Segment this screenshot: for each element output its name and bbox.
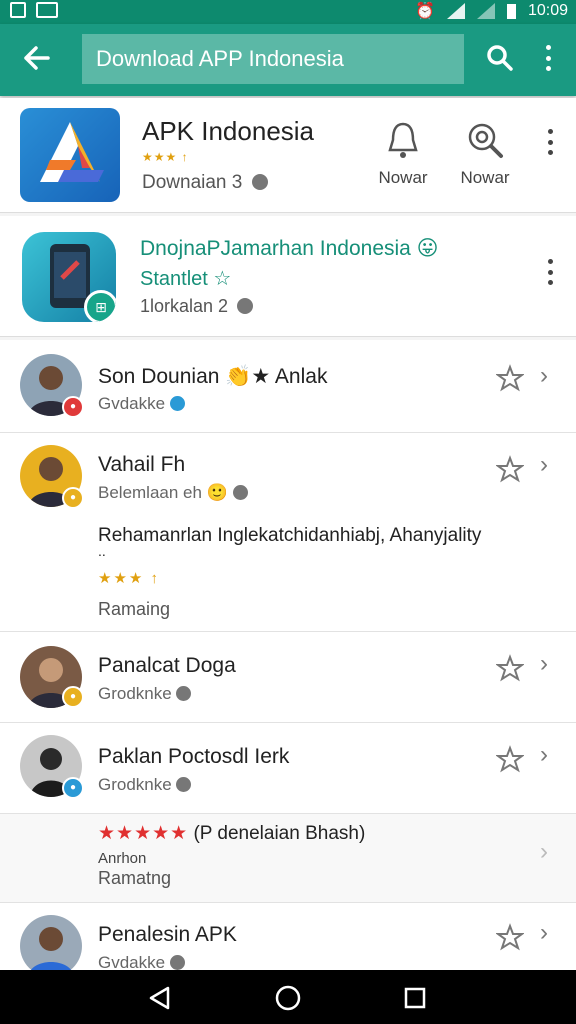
status-bar: ⏰ 10:09 — [0, 0, 576, 24]
globe-icon — [176, 686, 192, 701]
chevron-right-icon[interactable]: › — [540, 451, 548, 479]
notify-button[interactable]: Nowar — [368, 120, 438, 188]
promo-app-icon: ⊞ — [22, 232, 116, 322]
rating-label: Ramatng — [98, 868, 172, 888]
chevron-right-icon[interactable]: › — [540, 919, 548, 947]
user-badge-icon: ● — [62, 487, 84, 509]
info-icon — [237, 298, 254, 314]
promo-card[interactable]: ⊞ DnojnaPJamarhan Indonesia 😛 Stantlet ☆… — [0, 216, 576, 337]
list-item[interactable]: Penalesin APK Gvdakke › — [0, 903, 576, 977]
review-summary-line: ★★★★★ (P denelaian Bhash) — [98, 822, 365, 845]
promo-title: DnojnaPJamarhan Indonesia 😛 — [140, 237, 439, 260]
user-meta: Grodknke — [98, 775, 192, 795]
review-more: .. — [98, 543, 106, 559]
notify-label: Nowar — [378, 168, 428, 187]
app-card-more-icon[interactable] — [542, 126, 558, 158]
user-name: Vahail Fh — [98, 453, 186, 476]
app-rating-stars: ★★★ ↑ — [142, 150, 189, 164]
chevron-right-icon[interactable]: › — [540, 362, 548, 390]
review-summary-stars: ★★★★★ — [98, 823, 189, 844]
promo-meta: 1lorkalan 2 — [140, 296, 254, 317]
globe-icon — [176, 777, 192, 792]
back-triangle-icon[interactable] — [148, 986, 172, 1010]
promo-more-icon[interactable] — [542, 256, 558, 288]
search-gear-icon — [468, 123, 503, 158]
search-app-button[interactable]: Nowar — [450, 120, 520, 188]
recents-square-icon[interactable] — [404, 987, 426, 1009]
user-badge-icon: ● — [62, 777, 84, 799]
list-item[interactable]: ● Paklan Poctosdl Ierk Grodknke › — [0, 723, 576, 814]
user-name: Son Dounian 👏★ Anlak — [98, 365, 328, 388]
chevron-right-icon[interactable]: › — [540, 650, 548, 678]
review-stars: ★★★ ↑ — [98, 570, 161, 587]
user-name: Panalcat Doga — [98, 654, 236, 677]
rating-label: Ramaing — [98, 599, 171, 619]
pin-icon[interactable] — [496, 364, 524, 392]
user-meta: Belemlaan eh 🙂 — [98, 483, 248, 503]
review-text: Rehamanrlan Inglekatchidanhiabj, Ahanyja… — [98, 525, 482, 546]
app-bar: Download APP Indonesia — [0, 24, 576, 96]
promo-subtitle: Stantlet ☆ — [140, 268, 232, 290]
search-app-label: Nowar — [460, 168, 510, 187]
chevron-right-icon[interactable]: › — [540, 741, 548, 769]
review-summary-title: (P denelaian Bhash) — [193, 823, 366, 844]
overflow-menu-icon[interactable] — [540, 42, 556, 74]
list-item[interactable]: ● Son Dounian 👏★ Anlak Gvdakke › — [0, 340, 576, 433]
pin-icon[interactable] — [496, 654, 524, 682]
chevron-right-icon[interactable]: › — [540, 838, 548, 866]
list-item[interactable]: ● Vahail Fh Belemlaan eh 🙂 Rehamanrlan I… — [0, 433, 576, 632]
user-meta: Gvdakke — [98, 394, 185, 414]
app-title: APK Indonesia — [142, 116, 315, 146]
signal-icon — [446, 3, 465, 19]
bell-icon — [388, 122, 418, 158]
back-arrow-icon[interactable] — [22, 44, 50, 77]
avatar — [20, 915, 82, 977]
app-logo-icon — [20, 108, 120, 202]
review-author: Anrhon — [98, 850, 147, 867]
home-circle-icon[interactable] — [275, 985, 301, 1011]
app-header-card[interactable]: APK Indonesia ★★★ ↑ Downaian 3 Nowar Now… — [0, 98, 576, 213]
pin-icon[interactable] — [496, 745, 524, 773]
no-signal-icon — [476, 3, 495, 19]
list-item[interactable]: ● Panalcat Doga Grodknke › — [0, 632, 576, 723]
promo-badge-icon: ⊞ — [84, 290, 116, 322]
verified-icon — [169, 396, 185, 411]
image-notification-icon — [36, 2, 58, 18]
notification-icon — [10, 2, 26, 18]
search-input[interactable]: Download APP Indonesia — [82, 34, 464, 84]
globe-icon — [232, 485, 248, 500]
pin-icon[interactable] — [496, 923, 524, 951]
battery-icon — [506, 3, 516, 19]
alarm-icon: ⏰ — [415, 3, 435, 20]
user-badge-icon: ● — [62, 396, 84, 418]
app-download-count: Downaian 3 — [142, 172, 268, 194]
user-name: Paklan Poctosdl Ierk — [98, 745, 290, 768]
search-icon[interactable] — [486, 44, 514, 72]
info-icon — [251, 174, 268, 190]
globe-icon — [169, 955, 185, 970]
system-nav-bar — [0, 970, 576, 1024]
review-summary-item[interactable]: ★★★★★ (P denelaian Bhash) Anrhon Ramatng… — [0, 814, 576, 903]
pin-icon[interactable] — [496, 455, 524, 483]
user-meta: Grodknke — [98, 684, 192, 704]
status-time: 10:09 — [527, 2, 568, 19]
user-badge-icon: ● — [62, 686, 84, 708]
user-name: Penalesin APK — [98, 923, 237, 946]
